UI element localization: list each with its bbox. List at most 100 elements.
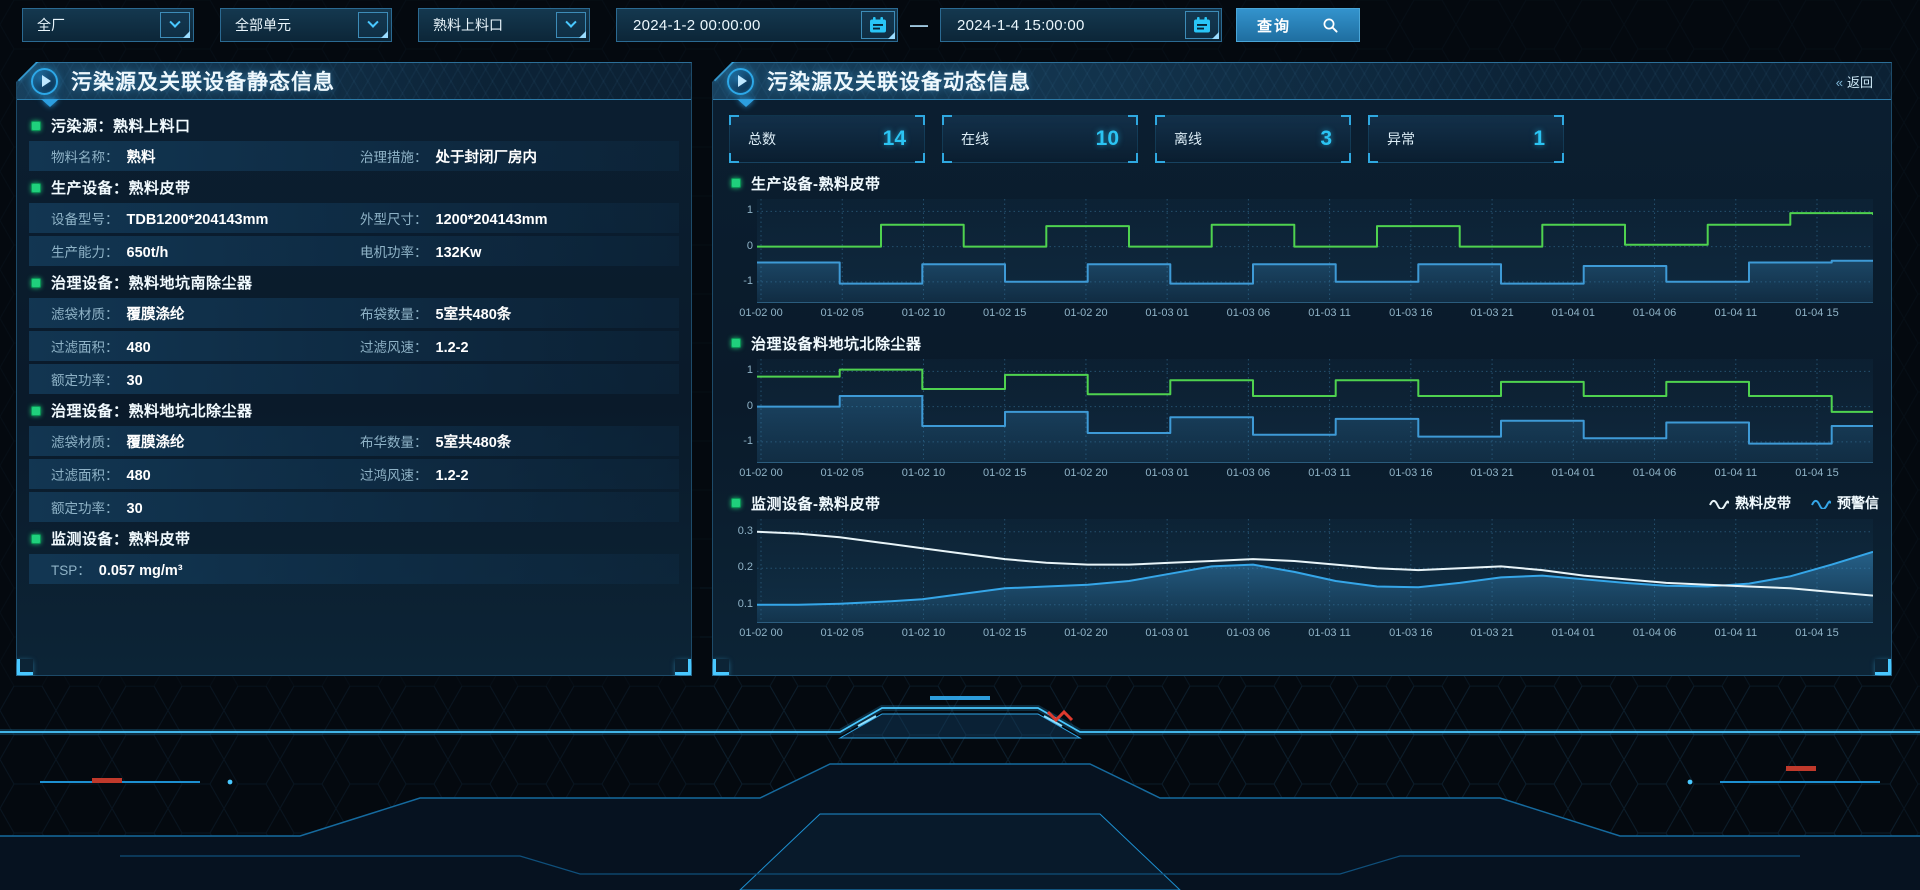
info-cell: 布华数量： 5室共480条 (360, 431, 669, 452)
green-bullet-icon (31, 278, 41, 288)
x-axis-tick: 01-04 11 (1704, 307, 1768, 319)
info-row: 额定功率： 30 (29, 492, 679, 522)
plant-select[interactable]: 全厂 (22, 8, 194, 42)
info-label: 额定功率： (51, 497, 119, 517)
x-axis-tick: 01-04 01 (1541, 467, 1605, 479)
info-value: 覆膜涤纶 (127, 303, 185, 324)
info-value: 熟料 (127, 146, 156, 167)
x-axis-tick: 01-03 11 (1298, 627, 1362, 639)
back-link[interactable]: « 返回 (1836, 72, 1873, 91)
section-title: 监测设备：熟料皮带 (51, 528, 191, 549)
x-axis-tick: 01-03 01 (1135, 627, 1199, 639)
x-axis-tick: 01-02 00 (729, 627, 793, 639)
info-value: 处于封闭厂房内 (436, 146, 538, 167)
x-axis-tick: 01-03 11 (1298, 467, 1362, 479)
chart-title: 生产设备-熟料皮带 (751, 173, 881, 194)
info-row: 过滤面积：480过鸿风速：1.2-2 (29, 459, 679, 489)
section-header: 污染源：熟料上料口 (31, 112, 679, 139)
info-label: 治理措施： (360, 146, 428, 166)
calendar-icon (1193, 16, 1211, 34)
toolbar: 全厂 全部单元 熟料上料口 2024-1-2 00:00:00 — 2024-1… (22, 8, 1920, 42)
x-axis-tick: 01-04 11 (1704, 627, 1768, 639)
x-axis-labels: 01-02 0001-02 0501-02 1001-02 1501-02 20… (729, 465, 1875, 484)
chart-title-row: 生产设备-熟料皮带 (731, 171, 1875, 195)
x-axis-tick: 01-03 01 (1135, 307, 1199, 319)
x-axis-tick: 01-04 06 (1623, 467, 1687, 479)
x-axis-tick: 01-02 00 (729, 467, 793, 479)
chart-canvas (757, 519, 1873, 623)
x-axis-tick: 01-03 21 (1460, 307, 1524, 319)
plant-select-chevron[interactable] (160, 12, 190, 38)
chevron-down-icon (367, 17, 378, 28)
chart-legend: 熟料皮带预警信 (1709, 493, 1879, 513)
info-value: 1.2-2 (436, 468, 469, 484)
start-date-calendar-button[interactable] (861, 11, 895, 39)
info-cell: 过鸿风速：1.2-2 (360, 464, 669, 484)
wave-line-icon (1811, 497, 1831, 509)
info-row: 滤袋材质：覆膜涤纶布袋数量：5室共480条 (29, 298, 679, 328)
x-axis-tick: 01-02 00 (729, 307, 793, 319)
stat-card-1: 总数14 (729, 115, 925, 163)
x-axis-tick: 01-03 01 (1135, 467, 1199, 479)
x-axis-tick: 01-02 20 (1054, 467, 1118, 479)
info-label: 外型尺寸： (360, 208, 428, 228)
info-row: TSP：0.057 mg/m³ (29, 554, 679, 584)
legend-item[interactable]: 预警信 (1811, 493, 1879, 513)
back-link-label: 返回 (1847, 75, 1873, 90)
stats-row: 总数14在线10离线3异常1 (729, 115, 1891, 163)
stat-value: 10 (1096, 127, 1119, 151)
info-value: TDB1200*204143mm (127, 212, 269, 228)
x-axis-tick: 01-03 06 (1216, 467, 1280, 479)
point-select[interactable]: 熟料上料口 (418, 8, 590, 42)
info-value: 30 (127, 501, 143, 517)
unit-select-value: 全部单元 (235, 15, 358, 35)
x-axis-tick: 01-02 20 (1054, 627, 1118, 639)
end-date-picker[interactable]: 2024-1-4 15:00:00 (940, 8, 1222, 42)
info-label: 布华数量： (360, 431, 428, 451)
x-axis-labels: 01-02 0001-02 0501-02 1001-02 1501-02 20… (729, 305, 1875, 324)
query-button-label: 查询 (1257, 15, 1291, 36)
search-icon (1322, 17, 1339, 34)
x-axis-tick: 01-03 11 (1298, 307, 1362, 319)
start-date-picker[interactable]: 2024-1-2 00:00:00 (616, 8, 898, 42)
unit-select[interactable]: 全部单元 (220, 8, 392, 42)
charts-area: 生产设备-熟料皮带 10-1 01-02 0001-02 0501-02 1001-… (713, 171, 1891, 644)
info-label: 滤袋材质： (51, 303, 119, 323)
x-axis-tick: 01-03 06 (1216, 307, 1280, 319)
x-axis-tick: 01-02 15 (973, 307, 1037, 319)
legend-item[interactable]: 熟料皮带 (1709, 493, 1791, 513)
info-row: 额定功率：30 (29, 364, 679, 394)
y-axis-tick: 0 (729, 400, 753, 412)
unit-select-chevron[interactable] (358, 12, 388, 38)
static-panel-header: 污染源及关联设备静态信息 (17, 63, 691, 100)
info-label: 设备型号： (51, 208, 119, 228)
info-value: 650t/h (127, 245, 169, 261)
chart-title-row: 监测设备-熟料皮带熟料皮带预警信 (731, 491, 1875, 515)
info-label: 过滤面积： (51, 336, 119, 356)
stat-label: 异常 (1387, 129, 1415, 149)
info-value: 1.2-2 (436, 340, 469, 356)
chart-plot: 10-1 (729, 199, 1875, 303)
point-select-chevron[interactable] (556, 12, 586, 38)
corner-accent (1875, 659, 1891, 675)
end-date-calendar-button[interactable] (1185, 11, 1219, 39)
green-bullet-icon (31, 183, 41, 193)
info-value: 480 (127, 468, 151, 484)
section-title: 治理设备：熟料地坑南除尘器 (51, 272, 253, 293)
back-chevrons-icon: « (1836, 75, 1843, 90)
section-title: 生产设备：熟料皮带 (51, 177, 191, 198)
info-value: 5室共480条 (436, 431, 512, 452)
dynamic-panel-header: 污染源及关联设备动态信息 « 返回 (713, 63, 1891, 100)
green-bullet-icon (731, 338, 741, 348)
stat-card-3: 离线3 (1155, 115, 1351, 163)
dynamic-panel-title: 污染源及关联设备动态信息 (767, 66, 1031, 96)
stat-value: 14 (883, 127, 906, 151)
x-axis-tick: 01-04 15 (1785, 627, 1849, 639)
info-cell: 治理措施： 处于封闭厂房内 (360, 146, 669, 167)
x-axis-tick: 01-04 15 (1785, 467, 1849, 479)
query-button[interactable]: 查询 (1236, 8, 1360, 42)
x-axis-tick: 01-02 10 (891, 627, 955, 639)
x-axis-tick: 01-02 15 (973, 627, 1037, 639)
chart-block-1: 生产设备-熟料皮带 10-1 01-02 0001-02 0501-02 1001-… (729, 171, 1875, 324)
info-value: 0.057 mg/m³ (99, 563, 183, 579)
